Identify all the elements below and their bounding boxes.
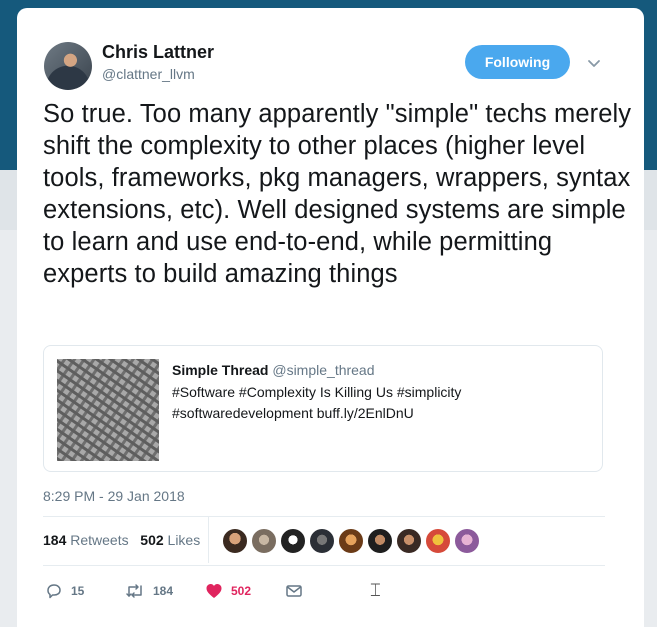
retweets-label[interactable]: Retweets [70, 532, 128, 548]
divider-bottom [43, 565, 605, 566]
liker-avatar[interactable] [454, 528, 480, 554]
liker-avatar[interactable] [309, 528, 335, 554]
liker-avatar[interactable] [367, 528, 393, 554]
retweets-count[interactable]: 184 [43, 532, 66, 548]
quoted-author-handle: @simple_thread [272, 362, 375, 378]
quoted-text-line-1: #Software #Complexity Is Killing Us #sim… [172, 384, 462, 400]
quoted-text: #Software #Complexity Is Killing Us #sim… [172, 382, 592, 424]
like-count: 502 [231, 584, 252, 598]
liker-avatar[interactable] [222, 528, 248, 554]
quoted-author: Simple Thread @simple_thread [172, 362, 375, 378]
liker-avatar[interactable] [280, 528, 306, 554]
divider-top [43, 516, 605, 517]
like-action[interactable]: 502 [205, 582, 251, 600]
direct-message-action[interactable] [285, 582, 303, 600]
retweet-icon [126, 584, 142, 598]
tweet-timestamp[interactable]: 8:29 PM - 29 Jan 2018 [43, 488, 185, 504]
liker-avatar[interactable] [338, 528, 364, 554]
quoted-author-name: Simple Thread [172, 362, 269, 378]
retweet-action[interactable]: 184 [125, 582, 173, 600]
message-icon [286, 585, 302, 597]
chevron-down-icon[interactable] [587, 56, 601, 70]
author-handle[interactable]: @clattner_llvm [102, 66, 195, 82]
text-cursor-icon: ⌶ [370, 580, 381, 601]
tweet-card: Chris Lattner @clattner_llvm Following S… [17, 8, 644, 627]
likes-label[interactable]: Likes [168, 532, 201, 548]
following-button[interactable]: Following [465, 45, 570, 79]
maze-thumbnail [57, 359, 159, 461]
reply-icon [47, 584, 61, 599]
liker-avatar[interactable] [396, 528, 422, 554]
likes-count[interactable]: 502 [140, 532, 163, 548]
liker-avatar[interactable] [425, 528, 451, 554]
tweet-stats: 184 Retweets 502 Likes [43, 532, 200, 548]
quoted-text-line-2: #softwaredevelopment buff.ly/2EnlDnU [172, 405, 414, 421]
reply-count: 15 [71, 584, 85, 598]
heart-icon [206, 584, 222, 598]
tweet-text: So true. Too many apparently "simple" te… [43, 100, 632, 288]
reply-action[interactable]: 15 [45, 582, 84, 600]
author-name[interactable]: Chris Lattner [102, 42, 214, 63]
liker-avatar[interactable] [251, 528, 277, 554]
stats-separator [208, 517, 209, 563]
retweet-count: 184 [153, 584, 174, 598]
quoted-tweet[interactable]: Simple Thread @simple_thread #Software #… [43, 345, 603, 472]
author-avatar[interactable] [44, 42, 92, 90]
